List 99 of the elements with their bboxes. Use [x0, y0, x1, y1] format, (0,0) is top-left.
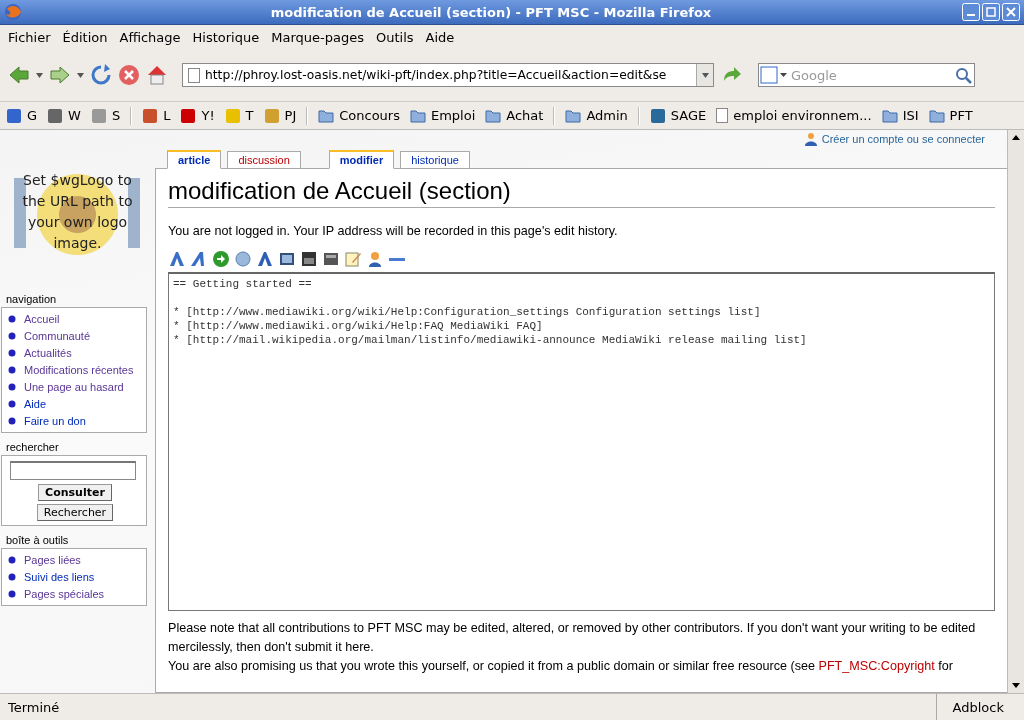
adblock-label[interactable]: Adblock [935, 694, 1024, 720]
edit-textarea[interactable]: == Getting started == * [http://www.mediawiki.org/wiki/Help:Configuration_settings Configuration settings list] * [http://www.mediawiki.org/wiki/Help:FAQ MediaWiki FAQ] * [http://mail.wikipedia.org/mailman/listinfo/mediawiki-announce MediaWiki release mailing list] [168, 272, 995, 611]
bookmark[interactable]: S [90, 107, 121, 124]
bookmark-folder[interactable]: ISI [881, 108, 919, 123]
login-notice: You are not logged in. Your IP address will be recorded in this page's edit history. [168, 223, 619, 240]
portlet-title: navigation [6, 293, 58, 305]
copyright-link[interactable]: PFT_MSC:Copyright [818, 659, 935, 673]
stop-icon[interactable] [118, 64, 140, 86]
sidebar-link[interactable]: Modifications récentes [24, 364, 134, 376]
folder-icon [565, 108, 582, 123]
site-icon [649, 107, 666, 124]
folder-icon [485, 108, 502, 123]
maximize-icon[interactable] [982, 3, 1000, 21]
globe-icon[interactable] [234, 250, 252, 268]
copyright-note: You are also promising us that you wrote this yourself, or copied it from a public domain or similar free resource (see PFT_MSC:Copyright for [168, 658, 954, 675]
bullet-icon [8, 590, 16, 598]
bookmark[interactable]: W [47, 107, 81, 124]
bullet-icon [8, 315, 16, 323]
page-icon [716, 108, 729, 123]
search-button[interactable]: Consulter [38, 484, 112, 501]
sidebar-link[interactable]: Accueil [24, 313, 60, 325]
page-icon [188, 67, 200, 83]
bookmark-folder[interactable]: Concours [318, 108, 400, 123]
tab[interactable]: modifier [328, 150, 395, 169]
login-link[interactable]: Créer un compte ou se connecter [821, 133, 985, 145]
reload-icon[interactable] [90, 64, 112, 86]
bookmark[interactable]: G [6, 107, 38, 124]
site-icon [47, 107, 64, 124]
browser-logo-icon [4, 3, 22, 21]
site-icon [6, 107, 22, 124]
menu-item[interactable]: Marque-pages [265, 29, 370, 45]
bullet-icon [8, 349, 16, 357]
search-input[interactable] [10, 461, 136, 480]
image-icon[interactable] [278, 250, 296, 268]
search-engine-icon[interactable] [759, 65, 789, 85]
site-icon [142, 107, 159, 124]
bookmark[interactable]: L [142, 107, 171, 124]
user-icon [803, 132, 818, 146]
bullet-icon [8, 573, 16, 581]
address-field[interactable]: http://phroy.lost-oasis.net/wiki-pft/index.php?title=Accueil&action=edit&se [182, 63, 714, 87]
menu-item[interactable]: Fichier [2, 29, 57, 45]
folder-icon [881, 108, 898, 123]
menu-item[interactable]: Affichage [113, 29, 187, 45]
sidebar-link[interactable]: Pages liées [24, 554, 81, 566]
bullet-icon [8, 556, 16, 564]
bookmark[interactable]: PJ [263, 107, 297, 124]
home-icon[interactable] [146, 64, 168, 86]
tab[interactable]: article [167, 150, 222, 169]
link-icon[interactable] [212, 250, 230, 268]
bullet-icon [8, 366, 16, 374]
sidebar-link[interactable]: Une page au hasard [24, 381, 124, 393]
bullet-icon [8, 332, 16, 340]
portlet-title: boîte à outils [6, 534, 70, 546]
bookmark[interactable]: Y! [180, 107, 215, 124]
bookmark-folder[interactable]: Emploi [410, 108, 476, 123]
sidebar-link[interactable]: Suivi des liens [24, 571, 95, 583]
bookmark[interactable]: T [224, 107, 254, 124]
status-text: Terminé [7, 699, 61, 715]
site-icon [263, 107, 280, 124]
user-icon[interactable] [366, 250, 384, 268]
folder-icon [410, 108, 426, 123]
search-button[interactable]: Rechercher [36, 504, 114, 521]
menu-item[interactable]: Aide [419, 29, 461, 45]
back-arrow-icon[interactable] [8, 65, 30, 85]
tab[interactable]: discussion [227, 151, 301, 169]
sidebar-link[interactable]: Actualités [24, 347, 72, 359]
sidebar-link[interactable]: Faire un don [24, 415, 86, 427]
portlet-title: rechercher [6, 441, 60, 453]
search-bar[interactable]: Google [758, 63, 975, 87]
page-heading: modification de Accueil (section) [168, 177, 995, 208]
window-title: modification de Accueil (section) - PFT MSC - Mozilla Firefox [269, 4, 713, 20]
site-icon [90, 107, 107, 124]
sidebar-link[interactable]: Communauté [24, 330, 91, 342]
scrollbar[interactable] [1007, 130, 1024, 693]
site-icon [180, 107, 197, 124]
menu-item[interactable]: Outils [369, 29, 420, 45]
site-icon [224, 107, 241, 124]
menu-item[interactable]: Historique [186, 29, 266, 45]
folder-icon [318, 108, 335, 123]
forward-arrow-icon[interactable] [49, 65, 71, 85]
bookmark[interactable]: SAGE [649, 107, 707, 124]
bookmark-folder[interactable]: Achat [485, 108, 544, 123]
close-icon[interactable] [1002, 3, 1020, 21]
contribution-note: Please note that all contributions to PFT MSC may be edited, altered, or removed by other contributors. If you don't want your writing to be edited mercilessly, then don't submit it here. [168, 620, 977, 656]
tab[interactable]: historique [400, 151, 470, 169]
bullet-icon [8, 383, 16, 391]
dropdown-caret-icon[interactable] [36, 72, 43, 78]
bookmark-folder[interactable]: Admin [565, 108, 628, 123]
menu-item[interactable]: Édition [56, 29, 114, 45]
sidebar-link[interactable]: Pages spéciales [24, 588, 105, 600]
minimize-icon[interactable] [962, 3, 980, 21]
folder-icon [928, 108, 945, 123]
bookmark-folder[interactable]: PFT [928, 108, 973, 123]
bullet-icon [8, 400, 16, 408]
history-caret-icon[interactable] [701, 72, 709, 78]
dropdown-caret-icon[interactable] [77, 72, 84, 78]
sidebar-link[interactable]: Aide [24, 398, 47, 410]
bookmark[interactable]: emploi environnem... [716, 108, 872, 123]
bullet-icon [8, 417, 16, 425]
